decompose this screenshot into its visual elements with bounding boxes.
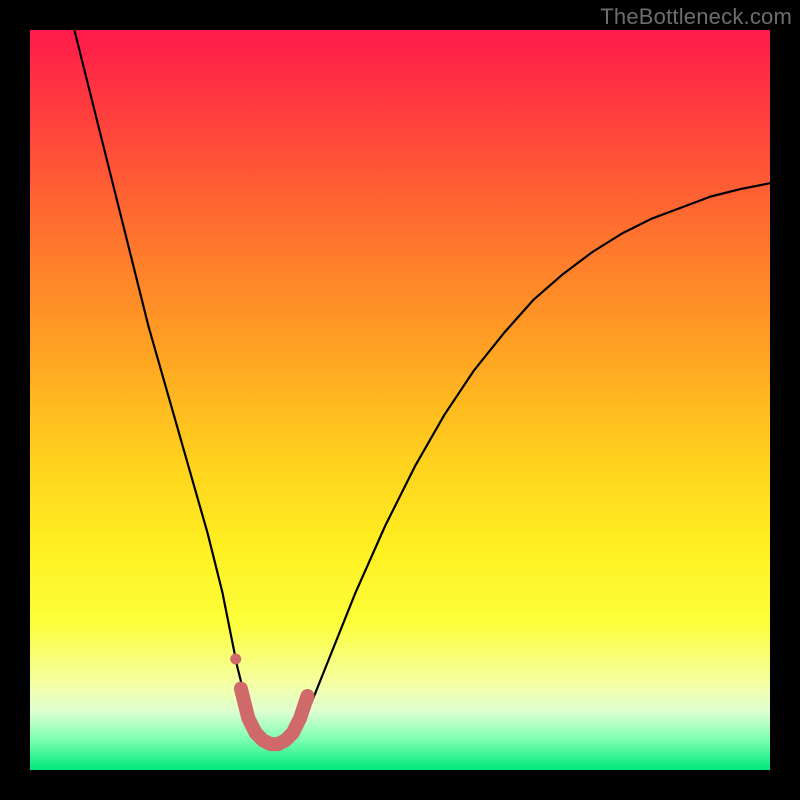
plot-area bbox=[30, 30, 770, 770]
optimal-range-dot bbox=[230, 654, 241, 665]
optimal-range-markers bbox=[230, 654, 307, 745]
watermark-text: TheBottleneck.com bbox=[600, 4, 792, 30]
curve-layer bbox=[30, 30, 770, 770]
bottleneck-curve bbox=[74, 30, 770, 744]
optimal-range-path bbox=[241, 689, 308, 745]
chart-frame: TheBottleneck.com bbox=[0, 0, 800, 800]
